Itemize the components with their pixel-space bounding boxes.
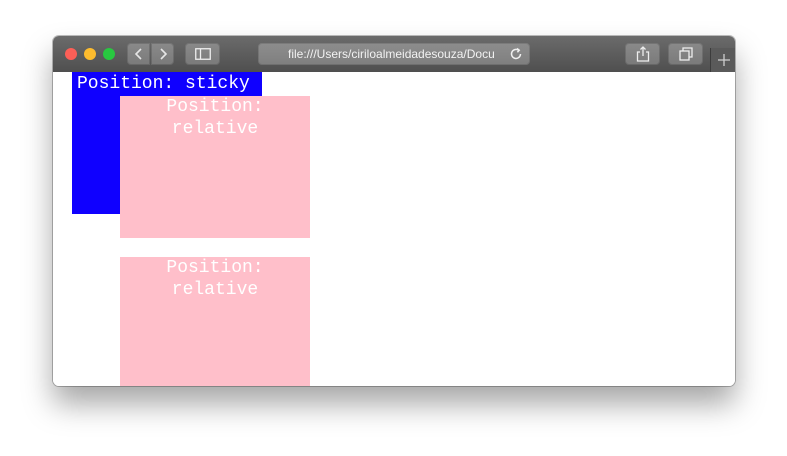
tab-overview-button[interactable] — [668, 43, 703, 65]
relative-box: Position: relative — [120, 96, 310, 238]
back-button[interactable] — [127, 43, 150, 65]
share-icon — [636, 46, 649, 62]
share-button[interactable] — [625, 43, 660, 65]
tabs-overview-icon — [678, 47, 693, 61]
reload-icon[interactable] — [508, 46, 524, 62]
chevron-left-icon — [134, 48, 142, 60]
sticky-label: Position: sticky — [77, 74, 250, 94]
address-url[interactable]: file:///Users/ciriloalmeidadesouza/Docu — [288, 46, 506, 62]
browser-toolbar: file:///Users/ciriloalmeidadesouza/Docu — [53, 36, 735, 73]
page-viewport: Position: sticky Position: relative Posi… — [53, 72, 735, 386]
sidebar-button[interactable] — [185, 43, 220, 65]
zoom-window-button[interactable] — [103, 48, 115, 60]
relative-box: Position: relative — [120, 257, 310, 386]
chevron-right-icon — [159, 48, 167, 60]
relative-label: Position: relative — [166, 97, 264, 139]
new-tab-button[interactable] — [710, 48, 735, 72]
forward-button[interactable] — [151, 43, 174, 65]
plus-icon — [717, 54, 730, 66]
close-window-button[interactable] — [65, 48, 77, 60]
relative-label: Position: relative — [166, 258, 264, 300]
address-bar[interactable]: file:///Users/ciriloalmeidadesouza/Docu — [258, 43, 530, 65]
browser-window: file:///Users/ciriloalmeidadesouza/Docu — [53, 36, 735, 386]
minimize-window-button[interactable] — [84, 48, 96, 60]
sidebar-icon — [194, 48, 211, 60]
